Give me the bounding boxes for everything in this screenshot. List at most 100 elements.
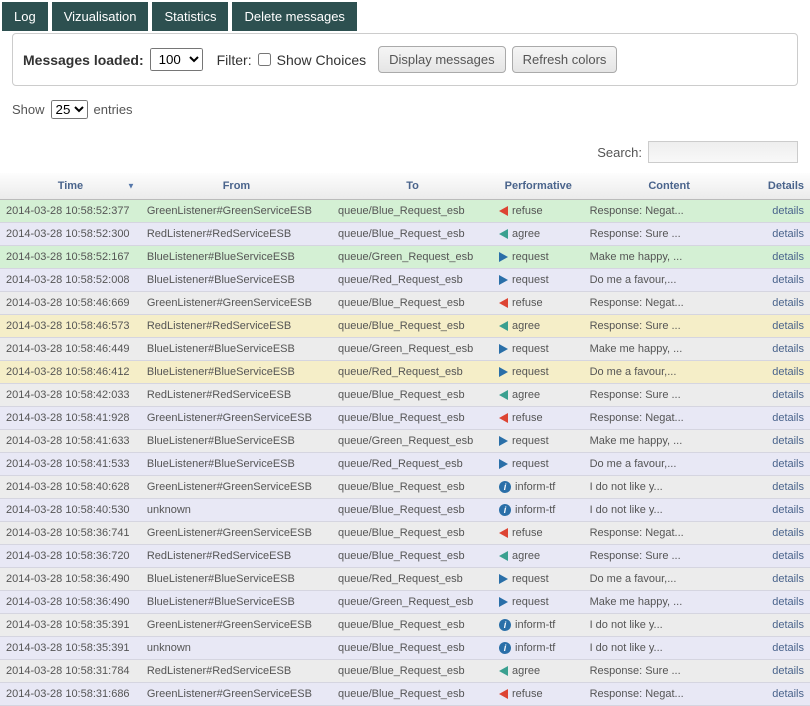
tab-statistics[interactable]: Statistics	[152, 2, 228, 31]
cell-from: GreenListener#GreenServiceESB	[141, 292, 332, 315]
cell-from: GreenListener#GreenServiceESB	[141, 522, 332, 545]
cell-content: Do me a favour,...	[584, 453, 755, 476]
details-link[interactable]: details	[755, 637, 810, 660]
cell-from: BlueListener#BlueServiceESB	[141, 361, 332, 384]
cell-to: queue/Blue_Request_esb	[332, 545, 493, 568]
cell-to: queue/Blue_Request_esb	[332, 407, 493, 430]
refresh-colors-button[interactable]: Refresh colors	[512, 46, 618, 73]
details-link[interactable]: details	[755, 614, 810, 637]
tab-bar: Log Vizualisation Statistics Delete mess…	[0, 0, 810, 31]
triangle-right-icon	[499, 344, 508, 354]
cell-from: unknown	[141, 637, 332, 660]
cell-performative: request	[493, 430, 584, 453]
cell-performative: request	[493, 361, 584, 384]
triangle-right-icon	[499, 459, 508, 469]
details-link[interactable]: details	[755, 430, 810, 453]
cell-to: queue/Red_Request_esb	[332, 453, 493, 476]
details-link[interactable]: details	[755, 200, 810, 223]
messages-table: Time▼ From To Performative Content Detai…	[0, 173, 810, 706]
triangle-left-icon	[499, 551, 508, 561]
details-link[interactable]: details	[755, 453, 810, 476]
cell-performative: refuse	[493, 200, 584, 223]
table-row: 2014-03-28 10:58:36:490BlueListener#Blue…	[0, 591, 810, 614]
cell-from: BlueListener#BlueServiceESB	[141, 568, 332, 591]
cell-time: 2014-03-28 10:58:46:669	[0, 292, 141, 315]
cell-performative: iinform-tf	[493, 499, 584, 522]
details-link[interactable]: details	[755, 568, 810, 591]
cell-performative: request	[493, 591, 584, 614]
col-header-content[interactable]: Content	[584, 173, 755, 200]
display-messages-button[interactable]: Display messages	[378, 46, 506, 73]
table-row: 2014-03-28 10:58:46:449BlueListener#Blue…	[0, 338, 810, 361]
cell-to: queue/Blue_Request_esb	[332, 476, 493, 499]
show-choices-checkbox[interactable]	[258, 53, 271, 66]
cell-performative: iinform-tf	[493, 637, 584, 660]
details-link[interactable]: details	[755, 407, 810, 430]
triangle-left-icon	[499, 321, 508, 331]
cell-performative: refuse	[493, 407, 584, 430]
details-link[interactable]: details	[755, 246, 810, 269]
cell-to: queue/Red_Request_esb	[332, 269, 493, 292]
cell-time: 2014-03-28 10:58:36:490	[0, 591, 141, 614]
details-link[interactable]: details	[755, 499, 810, 522]
table-row: 2014-03-28 10:58:52:377GreenListener#Gre…	[0, 200, 810, 223]
tab-delete-messages[interactable]: Delete messages	[232, 2, 356, 31]
details-link[interactable]: details	[755, 338, 810, 361]
tab-log[interactable]: Log	[2, 2, 48, 31]
cell-performative: agree	[493, 315, 584, 338]
col-header-performative[interactable]: Performative	[493, 173, 584, 200]
details-link[interactable]: details	[755, 223, 810, 246]
cell-to: queue/Blue_Request_esb	[332, 660, 493, 683]
cell-content: Response: Negat...	[584, 522, 755, 545]
details-link[interactable]: details	[755, 384, 810, 407]
cell-content: Make me happy, ...	[584, 430, 755, 453]
triangle-right-icon	[499, 252, 508, 262]
cell-time: 2014-03-28 10:58:41:928	[0, 407, 141, 430]
col-header-time[interactable]: Time▼	[0, 173, 141, 200]
triangle-left-icon	[499, 229, 508, 239]
table-row: 2014-03-28 10:58:36:720RedListener#RedSe…	[0, 545, 810, 568]
messages-loaded-select[interactable]: 100	[150, 48, 203, 71]
triangle-right-icon	[499, 597, 508, 607]
table-row: 2014-03-28 10:58:46:412BlueListener#Blue…	[0, 361, 810, 384]
details-link[interactable]: details	[755, 522, 810, 545]
cell-content: Do me a favour,...	[584, 361, 755, 384]
cell-to: queue/Blue_Request_esb	[332, 315, 493, 338]
cell-content: Make me happy, ...	[584, 591, 755, 614]
cell-performative: iinform-tf	[493, 614, 584, 637]
triangle-right-icon	[499, 436, 508, 446]
details-link[interactable]: details	[755, 591, 810, 614]
search-bar: Search:	[0, 123, 810, 173]
col-header-to[interactable]: To	[332, 173, 493, 200]
details-link[interactable]: details	[755, 269, 810, 292]
details-link[interactable]: details	[755, 361, 810, 384]
triangle-right-icon	[499, 275, 508, 285]
cell-to: queue/Green_Request_esb	[332, 591, 493, 614]
cell-performative: agree	[493, 223, 584, 246]
details-link[interactable]: details	[755, 545, 810, 568]
cell-time: 2014-03-28 10:58:36:720	[0, 545, 141, 568]
cell-to: queue/Blue_Request_esb	[332, 637, 493, 660]
show-label: Show	[12, 102, 45, 117]
cell-content: Response: Sure ...	[584, 384, 755, 407]
details-link[interactable]: details	[755, 660, 810, 683]
triangle-left-icon	[499, 666, 508, 676]
cell-time: 2014-03-28 10:58:35:391	[0, 614, 141, 637]
table-row: 2014-03-28 10:58:42:033RedListener#RedSe…	[0, 384, 810, 407]
table-row: 2014-03-28 10:58:41:533BlueListener#Blue…	[0, 453, 810, 476]
cell-from: BlueListener#BlueServiceESB	[141, 269, 332, 292]
cell-to: queue/Green_Request_esb	[332, 338, 493, 361]
details-link[interactable]: details	[755, 292, 810, 315]
entries-select[interactable]: 25	[51, 100, 88, 119]
tab-vizualisation[interactable]: Vizualisation	[52, 2, 149, 31]
cell-time: 2014-03-28 10:58:52:377	[0, 200, 141, 223]
search-input[interactable]	[648, 141, 798, 163]
col-header-details[interactable]: Details	[755, 173, 810, 200]
details-link[interactable]: details	[755, 315, 810, 338]
table-row: 2014-03-28 10:58:31:784RedListener#RedSe…	[0, 660, 810, 683]
cell-performative: refuse	[493, 522, 584, 545]
details-link[interactable]: details	[755, 476, 810, 499]
col-header-from[interactable]: From	[141, 173, 332, 200]
cell-to: queue/Blue_Request_esb	[332, 614, 493, 637]
cell-to: queue/Blue_Request_esb	[332, 499, 493, 522]
